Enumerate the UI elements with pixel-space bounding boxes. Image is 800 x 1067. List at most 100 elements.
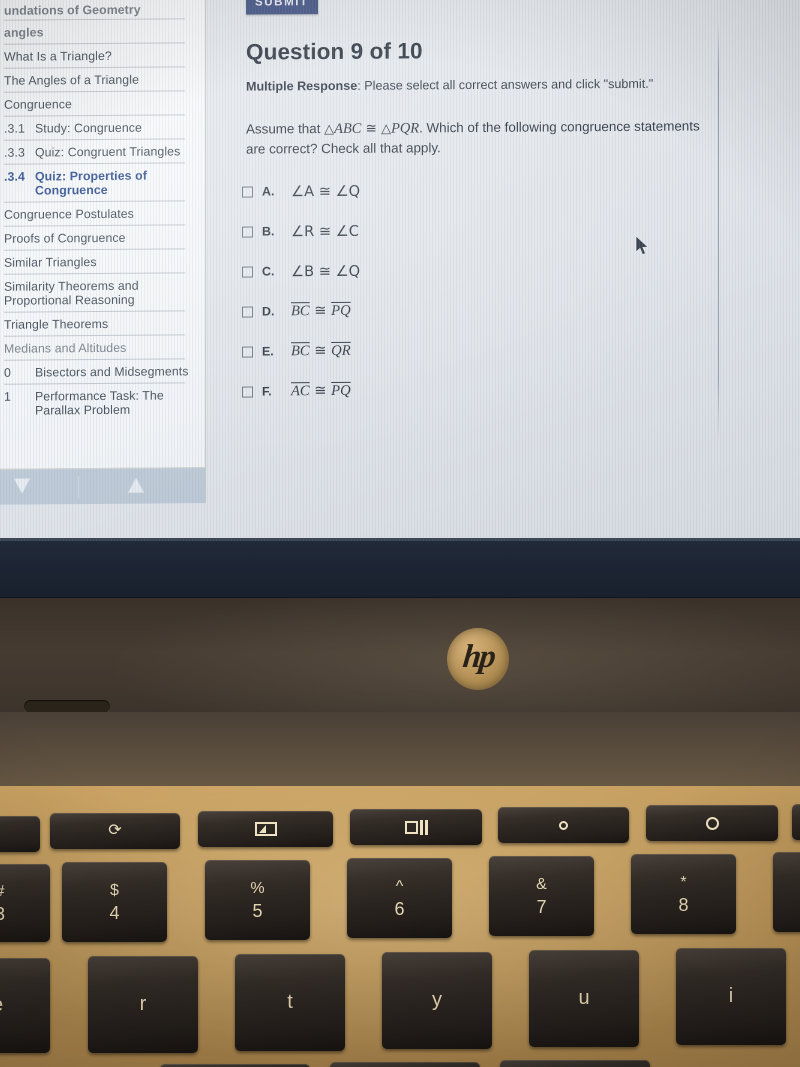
option-letter: B. bbox=[262, 224, 275, 239]
instruction-text: Multiple Response: Please select all cor… bbox=[246, 77, 653, 94]
checkbox-b[interactable] bbox=[242, 226, 253, 238]
fn-key-partial-right[interactable] bbox=[792, 804, 800, 840]
congruent-icon: ≅ bbox=[309, 381, 332, 400]
sidebar-item-triangle-theorems[interactable]: Triangle Theorems bbox=[2, 311, 197, 337]
scroll-down-icon[interactable] bbox=[14, 478, 30, 496]
course-sidebar[interactable]: undations of Geometry angles What Is a T… bbox=[0, 0, 206, 505]
key-i[interactable]: i bbox=[676, 948, 786, 1045]
checkbox-a[interactable] bbox=[242, 186, 253, 198]
sidebar-item-angles-of-a-triangle[interactable]: The Angles of a Triangle bbox=[2, 67, 197, 93]
sidebar-item-study-congruence[interactable]: .3.1 Study: Congruence bbox=[2, 115, 197, 141]
segment-left: BC bbox=[291, 303, 310, 320]
key-t[interactable]: t bbox=[235, 954, 345, 1051]
prompt-pqr: PQR bbox=[391, 120, 420, 137]
option-e[interactable]: E. BC ≅ QR bbox=[242, 329, 642, 372]
key-label: t bbox=[287, 991, 293, 1013]
sidebar-item-number: .3.3 bbox=[4, 145, 25, 160]
sidebar-item-bisectors-and-midsegments[interactable]: 0 Bisectors and Midsegments bbox=[2, 359, 197, 385]
brightness-up-icon bbox=[705, 816, 719, 830]
option-c[interactable]: C. ∠B ≅ ∠Q bbox=[242, 249, 642, 292]
fn-key-fullscreen[interactable] bbox=[198, 811, 333, 847]
segment-right: QR bbox=[331, 342, 351, 359]
key-3[interactable]: # 3 bbox=[0, 864, 50, 942]
content-divider bbox=[718, 22, 719, 442]
checkbox-d[interactable] bbox=[242, 306, 253, 318]
option-d[interactable]: D. BC ≅ PQ bbox=[242, 289, 642, 332]
question-prompt: Assume that △ABC ≅ △PQR. Which of the fo… bbox=[246, 116, 714, 158]
congruent-icon: ≅ bbox=[309, 301, 332, 320]
fn-key-brightness-down[interactable] bbox=[498, 807, 629, 843]
key-row-partial-bottom-2[interactable] bbox=[330, 1062, 480, 1067]
sidebar-item-performance-task[interactable]: 1 Performance Task: The Parallax Problem bbox=[2, 383, 197, 423]
scroll-up-icon[interactable] bbox=[128, 477, 144, 495]
sidebar-item-foundations[interactable]: undations of Geometry bbox=[2, 0, 197, 21]
sidebar-list: undations of Geometry angles What Is a T… bbox=[0, 0, 205, 423]
sidebar-item-congruence[interactable]: Congruence bbox=[2, 91, 197, 117]
option-letter: D. bbox=[262, 304, 275, 319]
page-title: Question 9 of 10 bbox=[246, 38, 423, 65]
key-u[interactable]: u bbox=[529, 950, 639, 1047]
key-upper-label: * bbox=[680, 873, 687, 891]
sidebar-item-medians-and-altitudes[interactable]: Medians and Altitudes bbox=[2, 335, 197, 361]
sidebar-item-angles[interactable]: angles bbox=[2, 19, 197, 45]
congruent-icon: ≅ bbox=[309, 341, 332, 360]
key-r[interactable]: r bbox=[88, 956, 198, 1053]
sidebar-item-proofs-of-congruence[interactable]: Proofs of Congruence bbox=[2, 225, 197, 251]
fn-key-refresh[interactable]: ⟳ bbox=[50, 813, 180, 849]
fn-key-brightness-up[interactable] bbox=[646, 805, 778, 841]
option-math: BC ≅ QR bbox=[291, 342, 351, 360]
sidebar-item-similar-triangles[interactable]: Similar Triangles bbox=[2, 249, 197, 275]
sidebar-item-label: Quiz: Properties of Congruence bbox=[35, 168, 147, 198]
option-f[interactable]: F. AC ≅ PQ bbox=[242, 369, 642, 412]
sun-small-icon bbox=[559, 820, 568, 830]
option-letter: E. bbox=[262, 344, 274, 359]
hp-logo-text: hp bbox=[460, 638, 496, 675]
option-math: ∠R ≅ ∠C bbox=[291, 222, 360, 240]
checkbox-c[interactable] bbox=[242, 266, 253, 278]
sidebar-scrollbar[interactable] bbox=[0, 467, 205, 505]
sidebar-item-label: Similar Triangles bbox=[4, 255, 97, 270]
key-label: r bbox=[139, 993, 147, 1015]
laptop-photo: undations of Geometry angles What Is a T… bbox=[0, 0, 800, 1067]
fn-key-partial-left[interactable] bbox=[0, 816, 40, 852]
fullscreen-icon bbox=[254, 822, 277, 836]
option-letter: A. bbox=[262, 184, 275, 199]
refresh-icon: ⟳ bbox=[108, 822, 122, 839]
sidebar-item-number: .3.4 bbox=[4, 169, 25, 184]
key-y[interactable]: y bbox=[382, 952, 492, 1049]
sidebar-item-what-is-a-triangle[interactable]: What Is a Triangle? bbox=[2, 43, 197, 69]
option-math: ∠B ≅ ∠Q bbox=[291, 262, 361, 280]
option-letter: F. bbox=[262, 384, 272, 399]
option-math: ∠A ≅ ∠Q bbox=[291, 182, 361, 200]
key-6[interactable]: ^ 6 bbox=[347, 858, 452, 938]
scrollbar-tick bbox=[78, 476, 79, 499]
key-7[interactable]: & 7 bbox=[489, 856, 594, 936]
key-9[interactable]: ( 9 bbox=[773, 852, 800, 932]
prompt-pre: Assume that bbox=[246, 121, 325, 137]
key-5[interactable]: % 5 bbox=[205, 860, 310, 940]
key-row-partial-bottom-3[interactable] bbox=[500, 1060, 650, 1067]
sidebar-item-congruence-postulates[interactable]: Congruence Postulates bbox=[2, 201, 197, 227]
checkbox-e[interactable] bbox=[242, 346, 253, 358]
key-e[interactable]: e bbox=[0, 958, 50, 1053]
sidebar-item-quiz-properties-of-congruence[interactable]: .3.4 Quiz: Properties of Congruence bbox=[2, 163, 197, 203]
key-lower-label: 7 bbox=[536, 896, 547, 917]
option-a[interactable]: A. ∠A ≅ ∠Q bbox=[242, 169, 642, 212]
hinge-deck bbox=[0, 598, 800, 718]
quiz-content: SUBMIT Question 9 of 10 Multiple Respons… bbox=[228, 0, 720, 541]
segment-left: BC bbox=[291, 343, 310, 360]
option-b[interactable]: B. ∠R ≅ ∠C bbox=[242, 209, 642, 252]
submit-button[interactable]: SUBMIT bbox=[246, 0, 318, 15]
screen-bezel bbox=[0, 538, 800, 600]
key-8[interactable]: * 8 bbox=[631, 854, 736, 934]
sun-large-icon bbox=[705, 816, 719, 830]
fn-key-window-switcher[interactable] bbox=[350, 809, 482, 845]
sidebar-item-label: Triangle Theorems bbox=[4, 316, 109, 332]
sidebar-item-label: Performance Task: The Parallax Problem bbox=[35, 388, 164, 418]
sidebar-item-label: What Is a Triangle? bbox=[4, 48, 112, 64]
checkbox-f[interactable] bbox=[242, 386, 253, 398]
sidebar-item-quiz-congruent-triangles[interactable]: .3.3 Quiz: Congruent Triangles bbox=[2, 139, 197, 165]
key-4[interactable]: $ 4 bbox=[62, 862, 167, 942]
instruction-label: Multiple Response bbox=[246, 78, 358, 94]
sidebar-item-similarity-theorems[interactable]: Similarity Theorems and Proportional Rea… bbox=[2, 273, 197, 313]
